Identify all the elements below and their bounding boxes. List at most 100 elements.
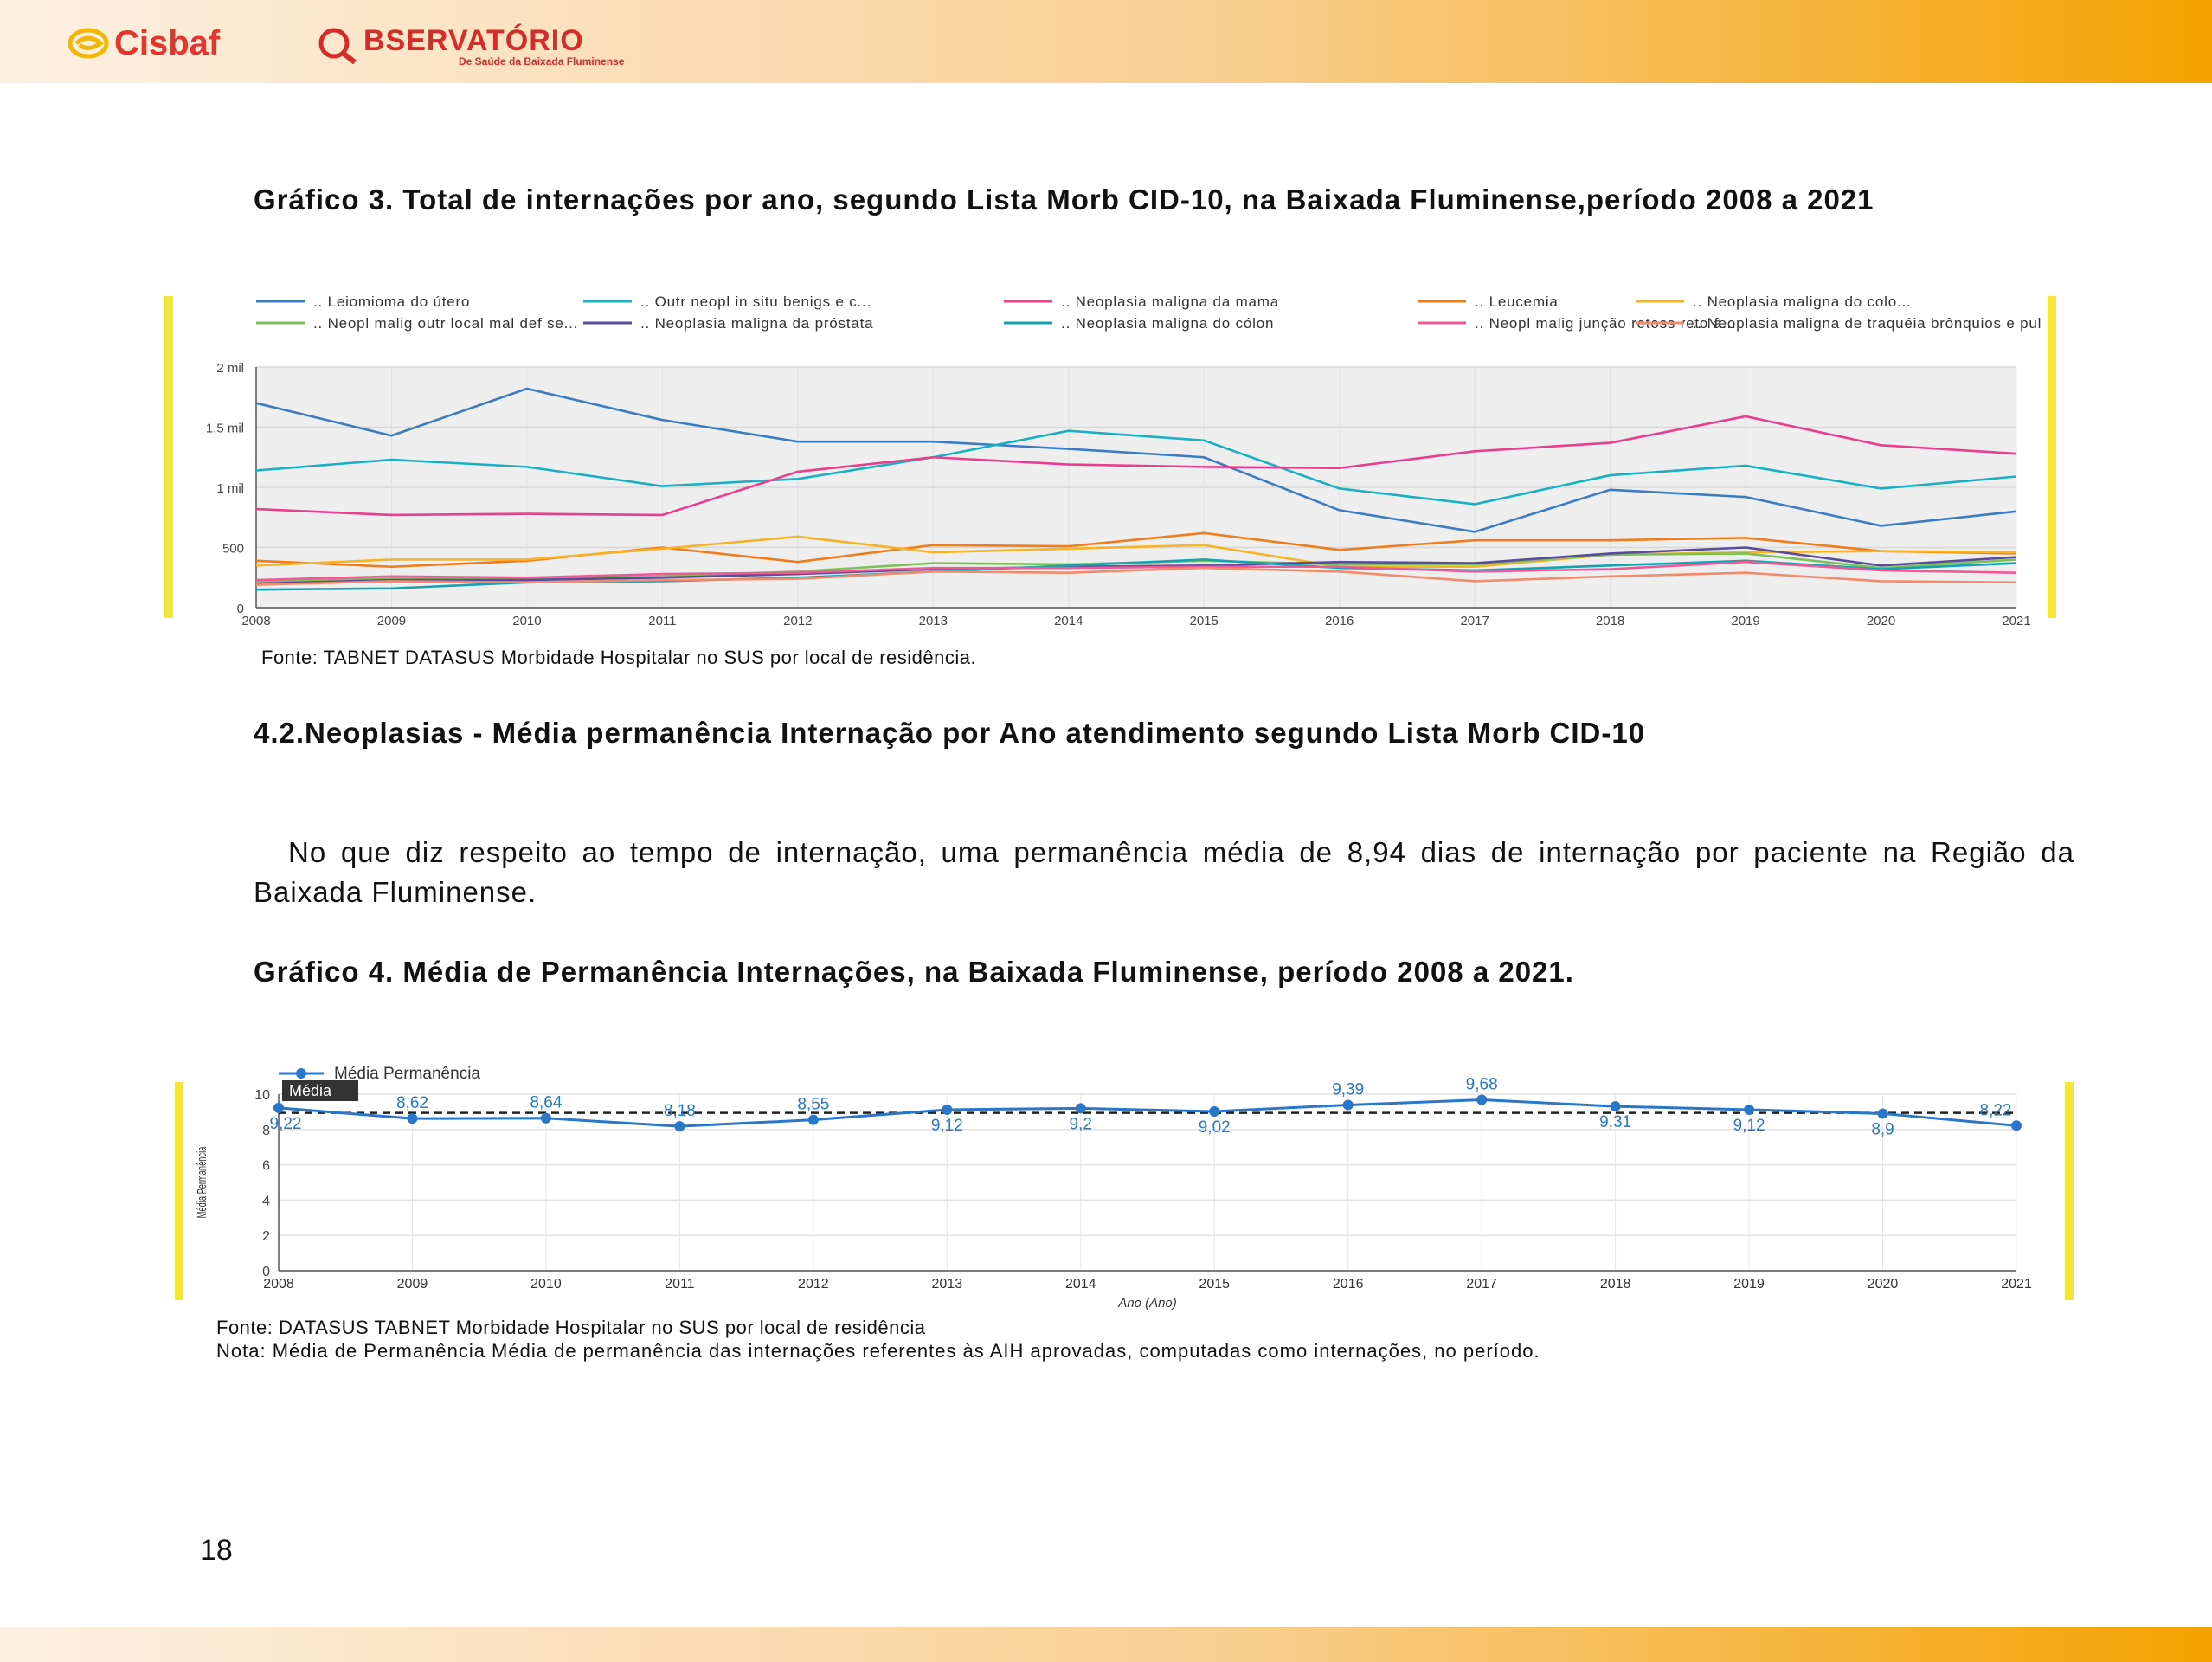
chart4-data-point bbox=[1744, 1104, 1755, 1115]
observatorio-logo-subtext: De Saúde da Baixada Fluminense bbox=[459, 55, 625, 68]
chart3-left-accent bbox=[164, 296, 173, 618]
chart4-data-point bbox=[1075, 1103, 1086, 1114]
section42-paragraph: No que diz respeito ao tempo de internaç… bbox=[254, 836, 2074, 908]
chart4-data-label: 8,22 bbox=[1980, 1101, 2012, 1119]
chart4-xtick-label: 2010 bbox=[530, 1277, 562, 1292]
chart4-data-point bbox=[1476, 1094, 1488, 1105]
chart4-data-label: 8,62 bbox=[396, 1094, 428, 1112]
chart3-legend-label: .. Leucemia bbox=[1475, 293, 1559, 310]
chart4-data-point bbox=[674, 1121, 685, 1132]
chart4-legend-marker bbox=[296, 1068, 306, 1079]
chart4-xtick-label: 2016 bbox=[1333, 1277, 1364, 1292]
chart4-data-point bbox=[540, 1112, 551, 1124]
grafico4-note: Nota: Média de Permanência Média de perm… bbox=[216, 1340, 1540, 1362]
chart3-ytick-label: 500 bbox=[222, 542, 244, 557]
chart3-legend-label: .. Neoplasia maligna do cólon bbox=[1061, 315, 1274, 332]
chart3-xtick-label: 2011 bbox=[648, 614, 676, 628]
chart4-data-point bbox=[1342, 1099, 1354, 1111]
chart4-data-label: 9,39 bbox=[1332, 1080, 1364, 1098]
chart4-left-accent bbox=[175, 1082, 183, 1300]
magnifier-icon bbox=[318, 28, 357, 64]
chart3-legend-label: .. Leiomioma do útero bbox=[313, 293, 470, 310]
chart4-data-label: 9,02 bbox=[1199, 1118, 1231, 1137]
chart4-data-label: 9,22 bbox=[270, 1115, 302, 1133]
chart4-xtick-label: 2019 bbox=[1733, 1277, 1765, 1292]
chart3-right-accent bbox=[2048, 296, 2056, 618]
footer-band bbox=[0, 1627, 2212, 1662]
chart4-xtick-label: 2011 bbox=[665, 1277, 695, 1292]
chart3-xtick-label: 2016 bbox=[1325, 614, 1354, 628]
chart3-legend-label: .. Neoplasia maligna da mama bbox=[1061, 293, 1279, 310]
chart3-ytick-label: 1,5 mil bbox=[206, 422, 244, 436]
cisbaf-logo-text: Cisbaf bbox=[114, 23, 221, 62]
chart4-ytick-label: 6 bbox=[262, 1159, 270, 1174]
chart3-legend-label: .. Neoplasia maligna da próstata bbox=[640, 315, 873, 332]
cisbaf-logo-icon bbox=[68, 28, 109, 59]
chart3-xtick-label: 2018 bbox=[1596, 614, 1624, 628]
chart3-xtick-label: 2020 bbox=[1867, 614, 1895, 628]
chart4: 02468102008 2009 2010 2011 2012 2013 2014 2015 2… bbox=[195, 1065, 2032, 1311]
chart4-ytick-label: 2 bbox=[262, 1229, 270, 1244]
page-number: 18 bbox=[200, 1534, 233, 1567]
observatorio-logo-text: BSERVATÓRIO bbox=[363, 24, 584, 57]
chart4-xtick-label: 2017 bbox=[1466, 1277, 1497, 1292]
chart3-xtick-label: 2015 bbox=[1190, 614, 1219, 628]
chart4-legend-label: Média Permanência bbox=[334, 1065, 480, 1083]
chart4-xtick-label: 2009 bbox=[397, 1277, 428, 1292]
chart3: 05001 mil1,5 mil2 mil2008 2009 2010 2011 201… bbox=[206, 293, 2042, 628]
chart3-ytick-label: 2 mil bbox=[216, 361, 244, 376]
chart4-xtick-label: 2013 bbox=[932, 1277, 963, 1292]
chart3-xtick-label: 2013 bbox=[919, 614, 948, 628]
chart4-xtick-label: 2020 bbox=[1868, 1277, 1899, 1292]
chart4-xtick-label: 2021 bbox=[2001, 1277, 2032, 1292]
cisbaf-logo: Cisbaf bbox=[68, 24, 220, 62]
chart4-data-point bbox=[1877, 1108, 1888, 1119]
chart4-ytick-label: 10 bbox=[254, 1088, 270, 1103]
chart4-data-point bbox=[273, 1102, 284, 1113]
chart4-data-point bbox=[807, 1114, 819, 1125]
chart4-xtick-label: 2012 bbox=[798, 1277, 829, 1292]
chart4-xtick-label: 2014 bbox=[1065, 1277, 1096, 1292]
chart3-xtick-label: 2014 bbox=[1054, 614, 1083, 628]
chart4-right-accent bbox=[2065, 1082, 2074, 1300]
chart4-data-point bbox=[2011, 1120, 2022, 1131]
chart3-legend-label: .. Neoplasia maligna de traquéia brônqui… bbox=[1693, 315, 2042, 332]
chart4-data-point bbox=[407, 1113, 418, 1124]
grafico4-title: Gráfico 4. Média de Permanência Internaç… bbox=[254, 956, 1574, 988]
chart3-xtick-label: 2010 bbox=[512, 614, 541, 628]
observatorio-logo: BSERVATÓRIO De Saúde da Baixada Fluminen… bbox=[313, 26, 624, 68]
chart3-legend-label: .. Outr neopl in situ benigs e c... bbox=[640, 293, 871, 310]
chart4-data-point bbox=[942, 1104, 953, 1115]
chart4-data-label: 8,18 bbox=[664, 1102, 696, 1120]
chart4-data-point bbox=[1209, 1105, 1220, 1117]
chart3-legend-label: .. Neoplasia maligna do colo... bbox=[1693, 293, 1912, 310]
chart4-xtick-label: 2018 bbox=[1600, 1277, 1631, 1292]
chart4-data-label: 8,55 bbox=[797, 1096, 829, 1114]
chart3-ytick-label: 1 mil bbox=[216, 481, 244, 496]
chart4-data-label: 9,31 bbox=[1599, 1113, 1631, 1131]
chart3-xtick-label: 2008 bbox=[241, 614, 270, 628]
chart4-data-label: 9,68 bbox=[1466, 1076, 1498, 1094]
chart4-ytick-label: 4 bbox=[262, 1194, 270, 1208]
grafico3-source: Fonte: TABNET DATASUS Morbidade Hospital… bbox=[261, 647, 977, 668]
chart3-xtick-label: 2012 bbox=[783, 614, 812, 628]
section42-title: 4.2.Neoplasias - Média permanência Inter… bbox=[254, 717, 1646, 749]
chart4-x-axis-title: Ano (Ano) bbox=[1117, 1296, 1177, 1311]
chart3-xtick-label: 2009 bbox=[377, 614, 406, 628]
chart4-reference-label: Média bbox=[289, 1082, 332, 1099]
chart4-xtick-label: 2008 bbox=[263, 1277, 294, 1292]
chart4-data-label: 8,9 bbox=[1871, 1120, 1894, 1138]
chart4-data-label: 9,2 bbox=[1070, 1115, 1092, 1133]
chart3-xtick-label: 2021 bbox=[2002, 614, 2030, 628]
chart3-legend-label: .. Neopl malig outr local mal def se... bbox=[313, 315, 578, 332]
chart4-data-point bbox=[1610, 1101, 1621, 1112]
grafico4-source: Fonte: DATASUS TABNET Morbidade Hospital… bbox=[216, 1317, 926, 1338]
chart4-xtick-label: 2015 bbox=[1199, 1277, 1230, 1292]
chart4-data-label: 9,12 bbox=[931, 1117, 963, 1135]
chart4-data-label: 8,64 bbox=[530, 1094, 562, 1112]
chart4-y-axis-title: Média Permanência bbox=[195, 1147, 209, 1219]
grafico3-title: Gráfico 3. Total de internações por ano,… bbox=[254, 184, 1874, 216]
chart3-xtick-label: 2019 bbox=[1731, 614, 1759, 628]
chart4-data-label: 9,12 bbox=[1733, 1117, 1765, 1135]
chart3-xtick-label: 2017 bbox=[1460, 614, 1489, 628]
